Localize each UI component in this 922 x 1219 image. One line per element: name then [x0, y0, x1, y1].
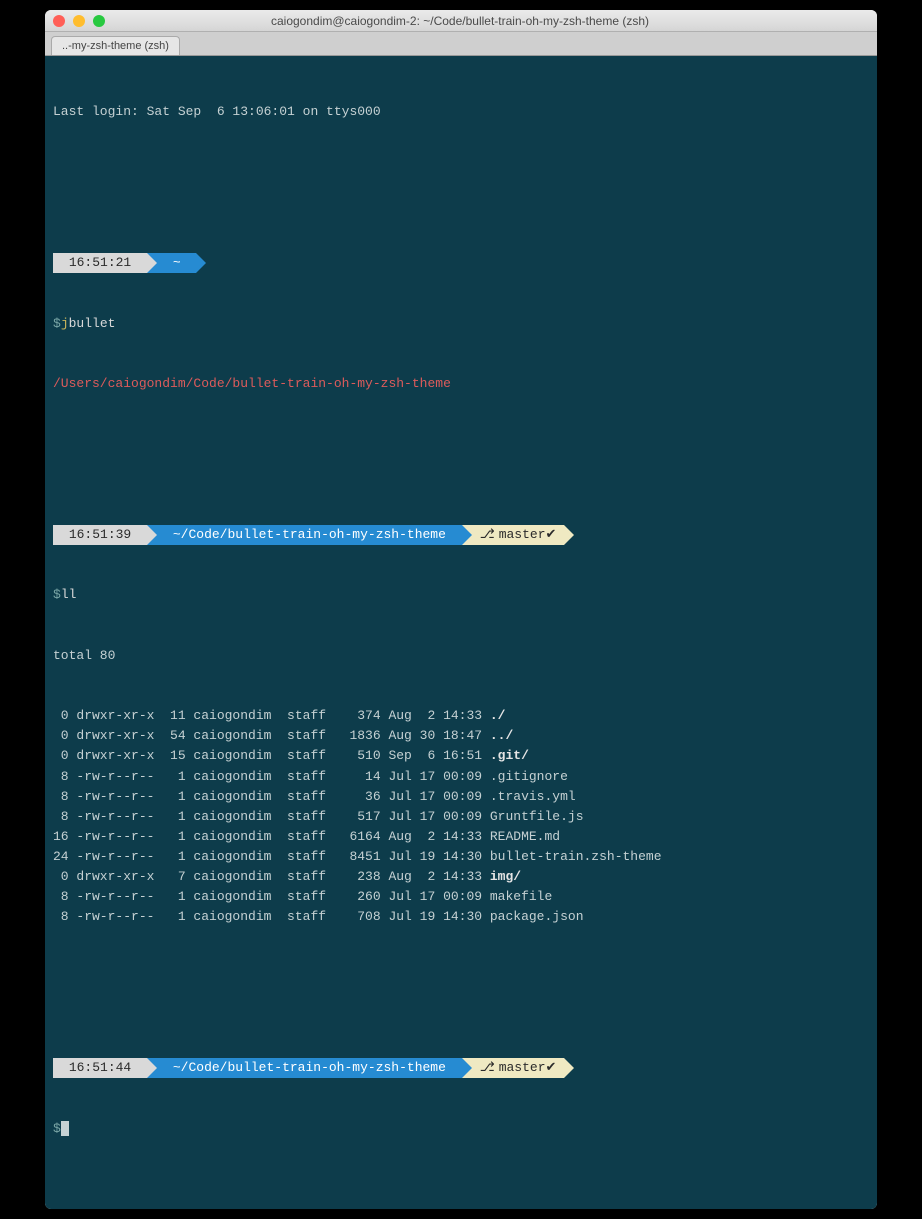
- prompt-dollar: $: [53, 314, 61, 334]
- path-segment: ~/Code/bullet-train-oh-my-zsh-theme: [157, 525, 462, 545]
- list-item: 8 -rw-r--r-- 1 caiogondim staff 260 Jul …: [53, 887, 869, 907]
- git-segment: ⎇ master ✔: [472, 1058, 565, 1078]
- autojump-command: j: [61, 314, 69, 334]
- arrow-icon: [147, 525, 157, 545]
- command-line-1: $ j bullet: [53, 314, 869, 334]
- arrow-icon: [147, 1058, 157, 1078]
- path-segment: ~/Code/bullet-train-oh-my-zsh-theme: [157, 1058, 462, 1078]
- prompt-dollar: $: [53, 585, 61, 605]
- time-segment: 16:51:21: [53, 253, 147, 273]
- list-item: 8 -rw-r--r-- 1 caiogondim staff 708 Jul …: [53, 907, 869, 927]
- arrow-icon: [196, 253, 206, 273]
- terminal-body[interactable]: Last login: Sat Sep 6 13:06:01 on ttys00…: [45, 56, 877, 1209]
- git-branch-name: master: [499, 525, 546, 545]
- terminal-window: caiogondim@caiogondim-2: ~/Code/bullet-t…: [45, 10, 877, 1209]
- prompt-line-2: 16:51:39 ~/Code/bullet-train-oh-my-zsh-t…: [53, 525, 869, 545]
- command-arg: bullet: [69, 314, 116, 334]
- arrow-icon: [462, 1058, 472, 1078]
- list-item: 8 -rw-r--r-- 1 caiogondim staff 517 Jul …: [53, 807, 869, 827]
- list-item: 0 drwxr-xr-x 11 caiogondim staff 374 Aug…: [53, 706, 869, 726]
- path-value: ~: [173, 253, 181, 273]
- git-branch-icon: ⎇: [480, 1058, 495, 1078]
- path-segment: ~: [157, 253, 196, 273]
- check-icon: ✔: [546, 525, 557, 545]
- git-branch-name: master: [499, 1058, 546, 1078]
- ls-output: 0 drwxr-xr-x 11 caiogondim staff 374 Aug…: [53, 706, 869, 928]
- ls-total: total 80: [53, 646, 869, 666]
- last-login-line: Last login: Sat Sep 6 13:06:01 on ttys00…: [53, 102, 869, 122]
- arrow-icon: [147, 253, 157, 273]
- list-item: 0 drwxr-xr-x 7 caiogondim staff 238 Aug …: [53, 867, 869, 887]
- arrow-icon: [564, 1058, 574, 1078]
- arrow-icon: [564, 525, 574, 545]
- window-title: caiogondim@caiogondim-2: ~/Code/bullet-t…: [51, 14, 869, 28]
- time-value: 16:51:44: [69, 1058, 131, 1078]
- list-item: 8 -rw-r--r-- 1 caiogondim staff 36 Jul 1…: [53, 787, 869, 807]
- ll-command: ll: [61, 585, 77, 605]
- command-line-2: $ ll: [53, 585, 869, 605]
- arrow-icon: [462, 525, 472, 545]
- command-line-3[interactable]: $: [53, 1119, 869, 1139]
- time-segment: 16:51:44: [53, 1058, 147, 1078]
- resolved-path: /Users/caiogondim/Code/bullet-train-oh-m…: [53, 374, 869, 394]
- time-value: 16:51:21: [69, 253, 131, 273]
- list-item: 0 drwxr-xr-x 15 caiogondim staff 510 Sep…: [53, 746, 869, 766]
- path-value: ~/Code/bullet-train-oh-my-zsh-theme: [173, 1058, 446, 1078]
- check-icon: ✔: [546, 1058, 557, 1078]
- tab-terminal[interactable]: ..-my-zsh-theme (zsh): [51, 36, 180, 55]
- path-value: ~/Code/bullet-train-oh-my-zsh-theme: [173, 525, 446, 545]
- list-item: 24 -rw-r--r-- 1 caiogondim staff 8451 Ju…: [53, 847, 869, 867]
- git-segment: ⎇ master ✔: [472, 525, 565, 545]
- time-value: 16:51:39: [69, 525, 131, 545]
- list-item: 16 -rw-r--r-- 1 caiogondim staff 6164 Au…: [53, 827, 869, 847]
- git-branch-icon: ⎇: [480, 525, 495, 545]
- titlebar: caiogondim@caiogondim-2: ~/Code/bullet-t…: [45, 10, 877, 32]
- prompt-line-3: 16:51:44 ~/Code/bullet-train-oh-my-zsh-t…: [53, 1058, 869, 1078]
- tabbar: ..-my-zsh-theme (zsh): [45, 32, 877, 56]
- prompt-line-1: 16:51:21 ~: [53, 253, 869, 273]
- time-segment: 16:51:39: [53, 525, 147, 545]
- list-item: 0 drwxr-xr-x 54 caiogondim staff 1836 Au…: [53, 726, 869, 746]
- cursor: [61, 1121, 69, 1136]
- prompt-dollar: $: [53, 1119, 61, 1139]
- list-item: 8 -rw-r--r-- 1 caiogondim staff 14 Jul 1…: [53, 767, 869, 787]
